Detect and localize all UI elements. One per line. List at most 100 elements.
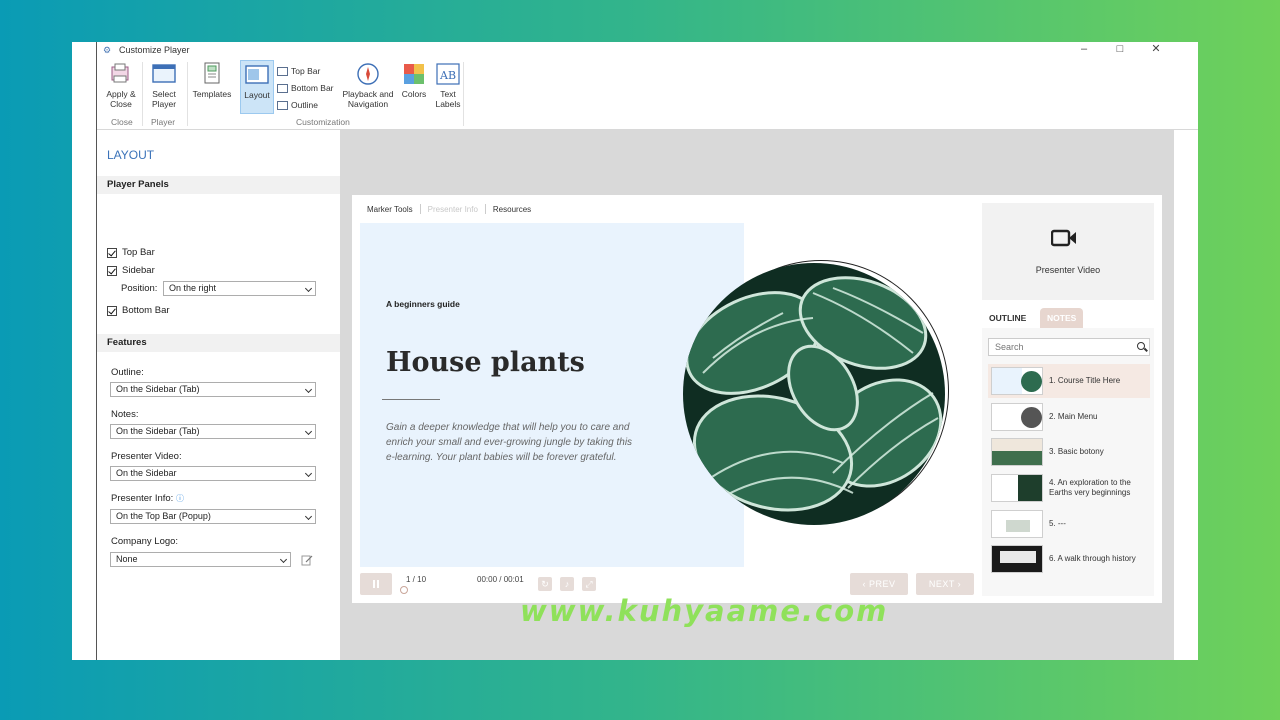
playback-navigation-button[interactable]: Playback and Navigation (339, 62, 397, 109)
slide-thumbnail (991, 510, 1043, 538)
apply-close-button[interactable]: Apply & Close (104, 62, 138, 109)
layout-button[interactable]: Layout (240, 60, 274, 114)
company-logo-select[interactable]: None (110, 552, 291, 567)
chevron-down-icon (279, 555, 288, 564)
svg-text:AB: AB (439, 69, 456, 82)
replay-icon[interactable]: ↻ (538, 577, 552, 591)
slide-subtitle: A beginners guide (386, 299, 460, 309)
colors-icon (402, 62, 426, 86)
fullscreen-icon[interactable]: ⤢ (582, 577, 596, 591)
presenter-video-label: Presenter Video (1035, 265, 1101, 275)
tab-presenter-info[interactable]: Presenter Info (421, 205, 485, 214)
edit-logo-icon[interactable] (301, 554, 313, 566)
presenter-video-box: Presenter Video (982, 203, 1154, 300)
player-preview: Marker Tools Presenter Info Resources A … (352, 195, 1162, 603)
presenter-info-label: Presenter Info: ⓘ (111, 493, 184, 504)
search-icon[interactable] (1137, 342, 1145, 350)
outline-item[interactable]: 2. Main Menu (988, 400, 1150, 434)
maximize-button[interactable]: □ (1105, 42, 1135, 58)
chevron-down-icon (304, 284, 313, 293)
chevron-down-icon (304, 427, 313, 436)
presenter-info-select[interactable]: On the Top Bar (Popup) (110, 509, 316, 524)
search-input[interactable]: Search (988, 338, 1150, 356)
slide-thumbnail (991, 545, 1043, 573)
top-bar-checkbox[interactable]: Top Bar (107, 247, 155, 258)
outline-item[interactable]: 5. --- (988, 507, 1150, 541)
plant-photo (683, 263, 945, 525)
top-bar-icon (277, 66, 288, 76)
chevron-down-icon (304, 512, 313, 521)
templates-button[interactable]: Templates (190, 62, 234, 99)
window-title: Customize Player (119, 45, 190, 55)
player-top-bar: Marker Tools Presenter Info Resources (360, 201, 538, 217)
compass-icon (356, 62, 380, 86)
colors-button[interactable]: Colors (399, 62, 429, 99)
slide-counter: 1 / 10 (406, 575, 427, 584)
select-player-button[interactable]: Select Player (145, 62, 183, 109)
customize-player-icon: ⚙ (103, 45, 112, 55)
tab-notes[interactable]: NOTES (1040, 308, 1084, 328)
outline-item[interactable]: 3. Basic botony (988, 435, 1150, 469)
group-label-player: Player (151, 117, 176, 127)
window-left-edge (72, 42, 97, 660)
apply-close-icon (109, 62, 133, 86)
slide-title: House plants (386, 347, 585, 378)
outline-icon (277, 100, 288, 110)
presenter-video-label: Presenter Video: (111, 451, 182, 462)
chevron-down-icon (304, 469, 313, 478)
group-label-customization: Customization (296, 117, 350, 127)
slide-canvas: A beginners guide House plants Gain a de… (360, 223, 974, 567)
sidebar-checkbox[interactable]: Sidebar (107, 265, 155, 276)
chevron-down-icon (304, 385, 313, 394)
seekbar-handle[interactable] (400, 586, 408, 594)
ribbon-separator (187, 62, 188, 126)
next-button[interactable]: NEXT › (916, 573, 974, 595)
tab-marker-tools[interactable]: Marker Tools (360, 205, 420, 214)
slide-thumbnail (991, 403, 1043, 431)
text-labels-icon: AB (436, 62, 460, 86)
prev-button[interactable]: ‹ PREV (850, 573, 908, 595)
outline-item[interactable]: 1. Course Title Here (988, 364, 1150, 398)
notes-label: Notes: (111, 409, 139, 420)
bottom-bar-checkbox[interactable]: Bottom Bar (107, 305, 170, 316)
outline-item[interactable]: 4. An exploration to the Earths very beg… (988, 471, 1150, 505)
company-logo-label: Company Logo: (111, 536, 179, 547)
ribbon-separator (142, 62, 143, 126)
outline-button[interactable]: Outline (277, 100, 318, 110)
position-select[interactable]: On the right (163, 281, 316, 296)
outline-select[interactable]: On the Sidebar (Tab) (110, 382, 316, 397)
text-labels-button[interactable]: AB Text Labels (433, 62, 463, 109)
bottom-bar-button[interactable]: Bottom Bar (277, 83, 334, 93)
slide-divider (382, 399, 440, 400)
slide-thumbnail (991, 438, 1043, 466)
bottom-bar-icon (277, 83, 288, 93)
volume-icon[interactable]: ♪ (560, 577, 574, 591)
minimize-button[interactable]: – (1069, 42, 1099, 58)
notes-select[interactable]: On the Sidebar (Tab) (110, 424, 316, 439)
time-display: 00:00 / 00:01 (477, 575, 524, 584)
chevron-right-icon: › (954, 579, 962, 589)
group-label-close: Close (111, 117, 133, 127)
player-sidebar: Presenter Video OUTLINE NOTES Search 1. … (982, 203, 1154, 601)
slide-thumbnail (991, 367, 1043, 395)
outline-panel: Search 1. Course Title Here 2. Main Menu… (982, 328, 1154, 596)
tab-resources[interactable]: Resources (486, 205, 538, 214)
watermark-text: www.kuhyaame.com (520, 594, 889, 628)
tab-outline[interactable]: OUTLINE (982, 308, 1034, 328)
layout-icon (245, 63, 269, 87)
player-bottom-bar: 1 / 10 00:00 / 00:01 ↻ ♪ ⤢ ‹ PREV NEXT › (360, 573, 974, 595)
close-window-button[interactable]: ✕ (1141, 42, 1171, 58)
outline-item[interactable]: 6. A walk through history (988, 542, 1150, 576)
checkbox-checked-icon (107, 265, 117, 276)
sidebar-tabs: OUTLINE NOTES (982, 308, 1154, 328)
ribbon-toolbar: Apply & Close Select Player Templates La… (97, 58, 1198, 130)
title-bar: ⚙ Customize Player (97, 42, 1198, 58)
layout-panel: LAYOUT Player Panels Top Bar Sidebar Pos… (97, 130, 340, 660)
presenter-video-select[interactable]: On the Sidebar (110, 466, 316, 481)
customize-player-window: ⚙ Customize Player – □ ✕ Apply & Close S… (72, 42, 1198, 660)
info-icon[interactable]: ⓘ (176, 494, 184, 503)
top-bar-button[interactable]: Top Bar (277, 66, 320, 76)
pause-button[interactable] (360, 573, 392, 595)
select-player-icon (152, 62, 176, 86)
features-heading: Features (97, 334, 340, 352)
